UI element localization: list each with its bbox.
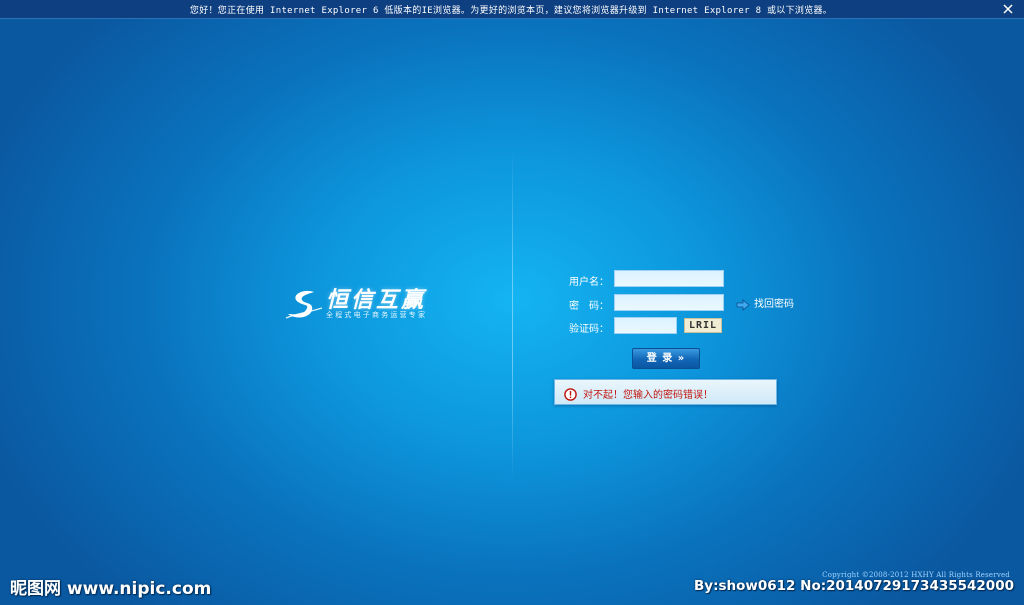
brand-slogan: 全程式电子商务运营专家 [326, 311, 428, 319]
browser-notice-text: 您好！您正在使用 Internet Explorer 6 低版本的IE浏览器。为… [189, 6, 833, 16]
center-divider [512, 150, 513, 480]
username-label: 用户名： [569, 277, 609, 288]
captcha-input[interactable] [614, 317, 677, 334]
captcha-image[interactable]: LRIL [684, 318, 722, 333]
arrow-right-icon [736, 296, 750, 311]
password-input[interactable] [614, 294, 724, 311]
forgot-password-label: 找回密码 [754, 299, 794, 310]
password-label: 密 码： [569, 301, 609, 312]
login-button[interactable]: 登 录 » [632, 348, 700, 369]
watermark-right: By:show0612 No:20140729173435542000 [694, 578, 1014, 594]
close-icon[interactable] [1000, 1, 1016, 17]
swirl-logo-icon [284, 284, 324, 324]
error-tooltip: 对不起！您输入的密码错误！ [554, 379, 777, 405]
error-circle-icon [564, 386, 577, 401]
error-message: 对不起！您输入的密码错误！ [583, 390, 713, 401]
watermark-left: 昵图网 www.nipic.com [10, 579, 212, 599]
captcha-label: 验证码： [569, 324, 609, 335]
brand-logo: 恒信互赢 全程式电子商务运营专家 [284, 280, 454, 330]
browser-notice-bar: 您好！您正在使用 Internet Explorer 6 低版本的IE浏览器。为… [0, 0, 1024, 19]
username-input[interactable] [614, 270, 724, 287]
